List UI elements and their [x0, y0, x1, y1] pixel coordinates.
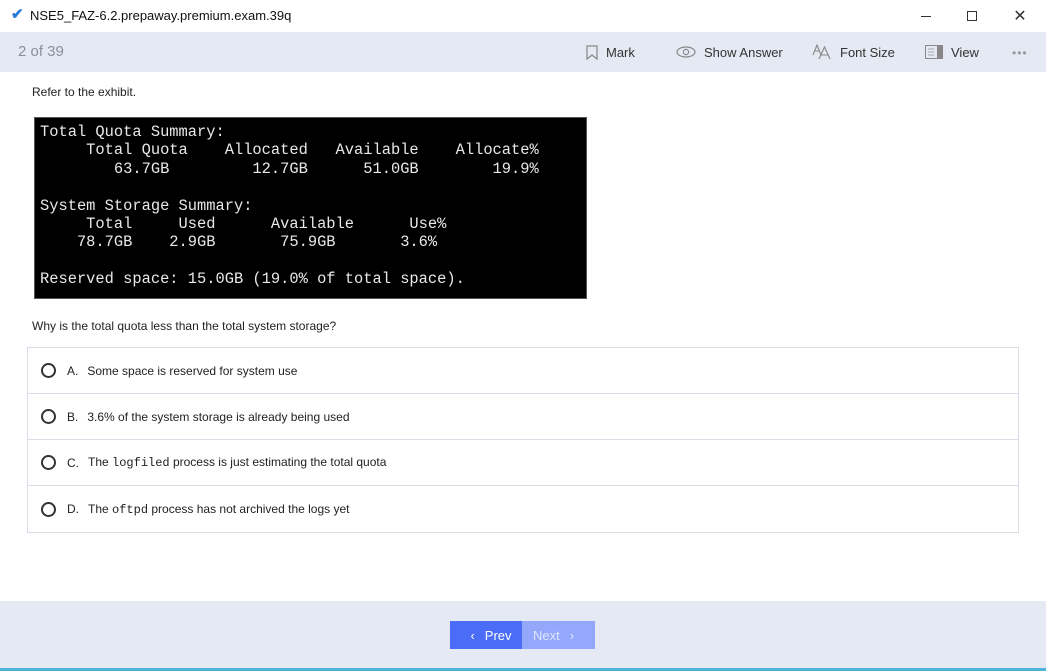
chevron-right-icon: ›	[569, 627, 575, 643]
question-area: Refer to the exhibit. Total Quota Summar…	[0, 72, 1046, 601]
option-text-suffix: process is just estimating the total quo…	[169, 455, 387, 469]
option-text-suffix: process has not archived the logs yet	[148, 501, 350, 516]
option-letter: D.	[67, 502, 79, 516]
font-size-button[interactable]: Font Size	[812, 42, 895, 62]
option-letter: B.	[67, 409, 79, 424]
next-label: Next	[532, 627, 560, 643]
mark-label: Mark	[606, 44, 635, 60]
close-icon: ✕	[1013, 8, 1027, 25]
maximize-button[interactable]	[949, 0, 995, 32]
radio-button[interactable]	[41, 455, 56, 470]
bookmark-icon	[586, 44, 598, 60]
process-name-code: logfiled	[112, 456, 170, 470]
view-layout-icon	[925, 45, 943, 59]
minimize-icon	[921, 15, 931, 17]
radio-button[interactable]	[41, 409, 56, 424]
option-b[interactable]: B. 3.6% of the system storage is already…	[28, 394, 1018, 440]
chevron-left-icon: ‹	[470, 627, 475, 643]
radio-button[interactable]	[41, 501, 56, 517]
toolbar: 2 of 39 Mark Show Answer Font Size View …	[0, 32, 1046, 72]
option-d[interactable]: D. The oftpd process has not archived th…	[28, 486, 1018, 532]
option-text: The oftpd process has not archived the l…	[88, 502, 349, 517]
eye-icon	[676, 46, 696, 58]
more-options-icon[interactable]: •••	[1012, 46, 1028, 60]
mark-button[interactable]: Mark	[586, 42, 635, 62]
option-a[interactable]: A. Some space is reserved for system use	[28, 348, 1018, 394]
radio-button[interactable]	[41, 363, 56, 378]
view-button[interactable]: View	[925, 42, 979, 62]
option-letter: C.	[67, 455, 79, 470]
option-text: 3.6% of the system storage is already be…	[87, 409, 350, 424]
exhibit-terminal: Total Quota Summary: Total Quota Allocat…	[34, 117, 587, 299]
show-answer-button[interactable]: Show Answer	[676, 42, 783, 62]
checkmark-icon: ✔	[11, 6, 24, 23]
option-text: The logfiled process is just estimating …	[88, 455, 386, 470]
footer-nav: ‹ Prev Next ›	[0, 601, 1046, 668]
question-text: Why is the total quota less than the tot…	[32, 319, 337, 333]
process-name-code: oftpd	[112, 502, 149, 517]
window-title: NSE5_FAZ-6.2.prepaway.premium.exam.39q	[30, 8, 292, 23]
answer-options: A. Some space is reserved for system use…	[27, 347, 1019, 533]
font-size-label: Font Size	[840, 44, 895, 60]
show-answer-label: Show Answer	[704, 44, 783, 60]
maximize-icon	[967, 11, 977, 21]
title-bar: ✔ NSE5_FAZ-6.2.prepaway.premium.exam.39q…	[0, 0, 1046, 32]
option-letter: A.	[67, 363, 79, 378]
question-intro: Refer to the exhibit.	[32, 85, 137, 99]
prev-button[interactable]: ‹ Prev	[450, 621, 522, 649]
option-text-prefix: The	[88, 501, 113, 516]
next-button[interactable]: Next ›	[522, 621, 595, 649]
exhibit-text: Total Quota Summary: Total Quota Allocat…	[40, 123, 539, 289]
minimize-button[interactable]	[903, 0, 949, 32]
question-counter: 2 of 39	[18, 43, 64, 60]
view-label: View	[951, 44, 979, 60]
prev-label: Prev	[484, 627, 512, 643]
option-c[interactable]: C. The logfiled process is just estimati…	[28, 440, 1018, 486]
option-text: Some space is reserved for system use	[87, 363, 298, 378]
option-text-prefix: The	[88, 455, 113, 469]
close-button[interactable]: ✕	[997, 0, 1043, 32]
font-size-icon	[812, 44, 832, 60]
